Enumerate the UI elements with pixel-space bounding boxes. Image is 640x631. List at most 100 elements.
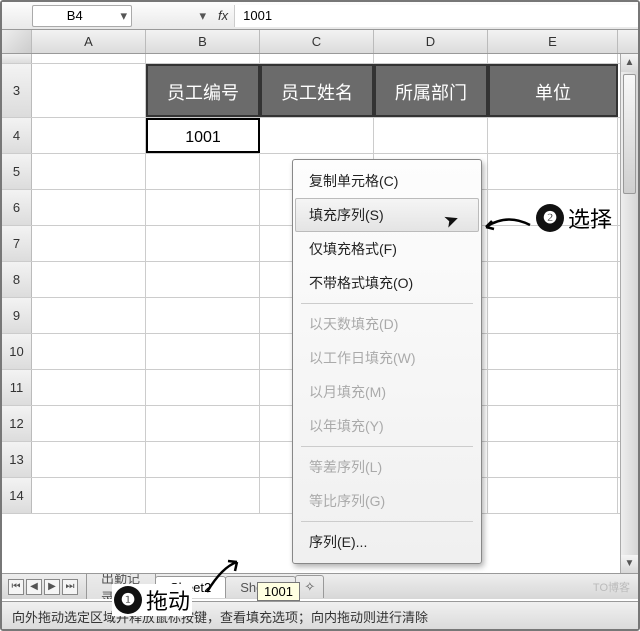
tab-prev-icon[interactable]: ◀ <box>26 579 42 595</box>
row-header-5[interactable]: 5 <box>2 154 32 189</box>
row-header-11[interactable]: 11 <box>2 370 32 405</box>
col-header-A[interactable]: A <box>32 30 146 53</box>
callout-text-select: 选择 <box>568 202 612 234</box>
cell[interactable] <box>146 262 260 297</box>
cell-ref: B4 <box>67 8 83 23</box>
cell[interactable] <box>488 406 618 441</box>
cell[interactable] <box>260 54 374 63</box>
scroll-thumb[interactable] <box>623 74 636 194</box>
cell[interactable] <box>32 54 146 63</box>
row-header-10[interactable]: 10 <box>2 334 32 369</box>
menu-fill-months: 以月填充(M) <box>295 375 479 409</box>
cell[interactable] <box>32 64 146 117</box>
sheet-tabs: ⏮ ◀ ▶ ⏭ 出勤记录 Sheet2 Sheet3 ✧ <box>2 573 638 599</box>
cell[interactable] <box>488 442 618 477</box>
cell[interactable] <box>146 190 260 225</box>
cell[interactable] <box>146 226 260 261</box>
fx-label[interactable]: fx <box>212 8 234 23</box>
callout-drag: ❶ 拖动 <box>112 584 192 616</box>
header-department[interactable]: 所属部门 <box>374 64 488 117</box>
col-header-D[interactable]: D <box>374 30 488 53</box>
callout-number-1: ❶ <box>114 586 142 614</box>
tab-next-icon[interactable]: ▶ <box>44 579 60 595</box>
cell[interactable] <box>260 118 374 153</box>
name-box[interactable]: B4 ▾ <box>32 5 132 27</box>
row-header-6[interactable]: 6 <box>2 190 32 225</box>
callout-select: ❷ 选择 <box>536 202 612 234</box>
row-header-7[interactable]: 7 <box>2 226 32 261</box>
cell[interactable] <box>32 478 146 513</box>
dropdown-icon[interactable]: ▾ <box>199 8 206 24</box>
cell[interactable] <box>488 298 618 333</box>
status-bar: 向外拖动选定区域并释放鼠标按键，查看填充选项；向内拖动则进行清除 <box>2 601 638 629</box>
cell[interactable] <box>146 54 260 63</box>
row-header-13[interactable]: 13 <box>2 442 32 477</box>
vertical-scrollbar[interactable]: ▲ ▼ <box>620 54 638 573</box>
formula-input[interactable]: 1001 <box>234 5 638 27</box>
row-header-3[interactable]: 3 <box>2 64 32 117</box>
scroll-up-icon[interactable]: ▲ <box>621 54 638 72</box>
name-box-dropdown-icon[interactable]: ▾ <box>116 6 131 26</box>
cell-B4-selected[interactable]: 1001 <box>146 118 260 153</box>
header-unit[interactable]: 单位 <box>488 64 618 117</box>
cell[interactable] <box>32 226 146 261</box>
row-header-4[interactable]: 4 <box>2 118 32 153</box>
cell[interactable] <box>32 190 146 225</box>
watermark: TO博客 <box>593 579 630 595</box>
menu-fill-weekdays: 以工作日填充(W) <box>295 341 479 375</box>
callout-number-2: ❷ <box>536 204 564 232</box>
cell[interactable] <box>488 478 618 513</box>
tab-nav[interactable]: ⏮ ◀ ▶ ⏭ <box>8 579 78 595</box>
row-header-14[interactable]: 14 <box>2 478 32 513</box>
header-employee-name[interactable]: 员工姓名 <box>260 64 374 117</box>
menu-fill-years: 以年填充(Y) <box>295 409 479 443</box>
col-header-B[interactable]: B <box>146 30 260 53</box>
cell[interactable] <box>374 54 488 63</box>
row-header-9[interactable]: 9 <box>2 298 32 333</box>
cell[interactable] <box>32 334 146 369</box>
scroll-down-icon[interactable]: ▼ <box>621 555 638 573</box>
cell[interactable] <box>488 262 618 297</box>
cell[interactable] <box>32 154 146 189</box>
cell[interactable] <box>32 262 146 297</box>
cell[interactable] <box>488 334 618 369</box>
row-header-8[interactable]: 8 <box>2 262 32 297</box>
menu-growth: 等比序列(G) <box>295 484 479 518</box>
row-header-2[interactable] <box>2 54 32 63</box>
row-header-12[interactable]: 12 <box>2 406 32 441</box>
callout-text-drag: 拖动 <box>146 584 190 616</box>
menu-fill-days: 以天数填充(D) <box>295 307 479 341</box>
tab-last-icon[interactable]: ⏭ <box>62 579 78 595</box>
cell[interactable] <box>146 154 260 189</box>
cell[interactable] <box>146 370 260 405</box>
cell[interactable] <box>488 118 618 153</box>
header-employee-id[interactable]: 员工编号 <box>146 64 260 117</box>
cell[interactable] <box>32 118 146 153</box>
cell[interactable] <box>146 298 260 333</box>
cell[interactable] <box>374 118 488 153</box>
callout-arrow-icon <box>482 215 532 235</box>
col-header-E[interactable]: E <box>488 30 618 53</box>
cell[interactable] <box>32 370 146 405</box>
menu-copy-cells[interactable]: 复制单元格(C) <box>295 164 479 198</box>
menu-fill-without-format[interactable]: 不带格式填充(O) <box>295 266 479 300</box>
cell[interactable] <box>32 406 146 441</box>
menu-linear: 等差序列(L) <box>295 450 479 484</box>
select-all-corner[interactable] <box>2 30 32 53</box>
cell[interactable] <box>488 54 618 63</box>
cell[interactable] <box>146 334 260 369</box>
menu-separator <box>301 446 473 447</box>
cell[interactable] <box>146 442 260 477</box>
cell[interactable] <box>488 370 618 405</box>
cell[interactable] <box>32 442 146 477</box>
menu-fill-format-only[interactable]: 仅填充格式(F) <box>295 232 479 266</box>
cell[interactable] <box>488 154 618 189</box>
cell[interactable] <box>146 406 260 441</box>
menu-separator <box>301 303 473 304</box>
cell[interactable] <box>146 478 260 513</box>
menu-separator <box>301 521 473 522</box>
cell[interactable] <box>32 298 146 333</box>
tab-first-icon[interactable]: ⏮ <box>8 579 24 595</box>
col-header-C[interactable]: C <box>260 30 374 53</box>
menu-series[interactable]: 序列(E)... <box>295 525 479 559</box>
